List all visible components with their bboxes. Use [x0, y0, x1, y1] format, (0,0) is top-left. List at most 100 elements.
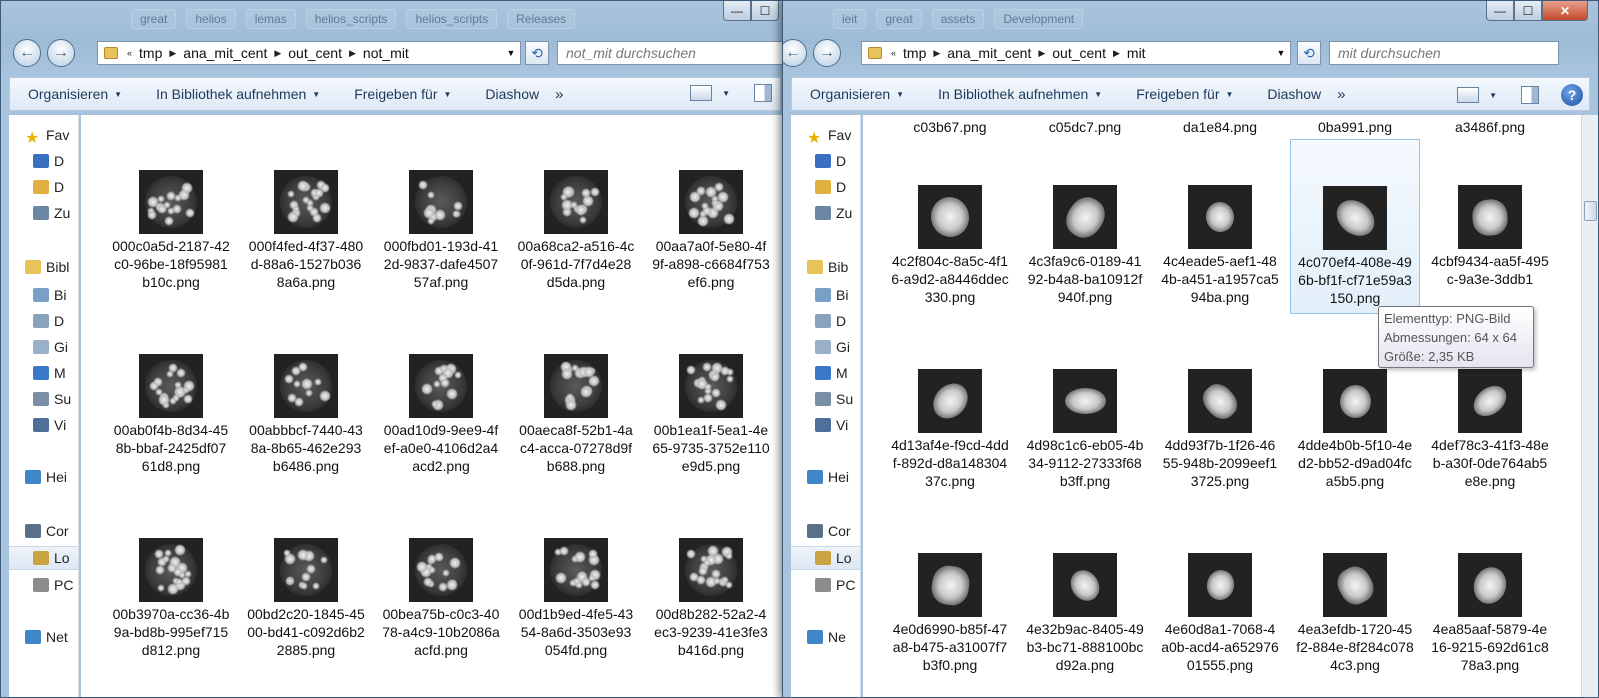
minimize-button[interactable]: —	[1486, 1, 1514, 21]
file-tile[interactable]: 00aeca8f-52b1-4ac4-acca-07278d9fb688.png	[511, 354, 641, 475]
breadcrumb-not-mit[interactable]: not_mit	[363, 45, 409, 61]
breadcrumb-tmp[interactable]: tmp	[903, 45, 926, 61]
file-tile[interactable]: 00d8b282-52a2-4ec3-9239-41e3fe3b416d.png	[646, 538, 776, 659]
nav-item-libraries[interactable]: Bib	[791, 255, 848, 279]
refresh-button[interactable]: ⟲	[1297, 41, 1321, 65]
nav-item-local-disk[interactable]: Lo	[9, 546, 78, 570]
file-tile-partial[interactable]: c05dc7.png	[1020, 115, 1150, 136]
scrollbar-thumb[interactable]	[1584, 201, 1597, 221]
breadcrumb-ana-mit-cent[interactable]: ana_mit_cent	[947, 45, 1031, 61]
file-tile[interactable]: 000fbd01-193d-412d-9837-dafe450757af.png	[376, 170, 506, 291]
file-tile[interactable]: 4c2f804c-8a5c-4f16-a9d2-a8446ddec330.png	[885, 139, 1015, 306]
file-tile[interactable]: 4e32b9ac-8405-49b3-bc71-888100bcd92a.png	[1020, 521, 1150, 674]
breadcrumb-separator[interactable]: ▶	[169, 48, 176, 59]
organize-menu[interactable]: Organisieren ▼	[810, 86, 904, 102]
background-tab[interactable]: ieit	[833, 9, 867, 29]
background-tab[interactable]: helios	[186, 9, 236, 29]
nav-item-subversion[interactable]: Su	[9, 387, 71, 411]
nav-item-local-disk[interactable]: Lo	[791, 546, 860, 570]
file-tile[interactable]: 000c0a5d-2187-42c0-96be-18f95981b10c.png	[106, 170, 236, 291]
nav-item-documents[interactable]: D	[791, 309, 846, 333]
file-tile-partial[interactable]: da1e84.png	[1155, 115, 1285, 136]
file-tile[interactable]: 4d13af4e-f9cd-4ddf-892d-d8a14830437c.png	[885, 337, 1015, 490]
nav-item-computer[interactable]: Cor	[791, 519, 851, 543]
nav-item-homegroup[interactable]: Hei	[9, 465, 67, 489]
file-tile[interactable]: 00bea75b-c0c3-4078-a4c9-10b2086aacfd.png	[376, 538, 506, 659]
file-tile[interactable]: 4ea3efdb-1720-45f2-884e-8f284c0784c3.png	[1290, 521, 1420, 674]
nav-item-network[interactable]: Ne	[791, 625, 846, 649]
address-bar[interactable]: « tmp ▶ ana_mit_cent ▶ out_cent ▶ not_mit ▼	[97, 41, 521, 65]
back-button[interactable]: ←	[13, 39, 41, 67]
nav-item-network[interactable]: Net	[9, 625, 68, 649]
nav-item-homegroup[interactable]: Hei	[791, 465, 849, 489]
breadcrumb-out-cent[interactable]: out_cent	[1052, 45, 1106, 61]
file-tile[interactable]: 00b1ea1f-5ea1-4e65-9735-3752e110e9d5.png	[646, 354, 776, 475]
background-tab[interactable]: lemas	[245, 9, 296, 29]
library-menu[interactable]: In Bibliothek aufnehmen ▼	[156, 86, 320, 102]
background-tab[interactable]: helios_scripts	[406, 9, 498, 29]
share-menu[interactable]: Freigeben für ▼	[354, 86, 451, 102]
address-dropdown[interactable]: ▼	[1272, 42, 1290, 64]
search-input[interactable]: mit durchsuchen	[1329, 41, 1559, 65]
nav-item-videos[interactable]: Vi	[791, 413, 848, 437]
nav-item-libraries[interactable]: Bibl	[9, 255, 69, 279]
preview-pane-button[interactable]	[1521, 86, 1539, 104]
file-tile[interactable]: 00abbbcf-7440-438a-8b65-462e293b6486.png	[241, 354, 371, 475]
file-tile[interactable]: 4dd93f7b-1f26-4655-948b-2099eef13725.png	[1155, 337, 1285, 490]
nav-item-desktop[interactable]: D	[9, 149, 64, 173]
breadcrumb-separator[interactable]: ▶	[1038, 48, 1045, 59]
minimize-button[interactable]: —	[723, 1, 751, 21]
maximize-button[interactable]: ☐	[1514, 1, 1542, 21]
breadcrumb-ana-mit-cent[interactable]: ana_mit_cent	[183, 45, 267, 61]
close-button[interactable]: ✕	[1542, 1, 1588, 21]
file-tile[interactable]: 4c070ef4-408e-496b-bf1f-cf71e59a3150.png	[1290, 139, 1420, 314]
file-tile[interactable]: 4e0d6990-b85f-47a8-b475-a31007f7b3f0.png	[885, 521, 1015, 674]
nav-item-downloads[interactable]: D	[9, 175, 64, 199]
background-tab[interactable]: great	[131, 9, 177, 29]
library-menu[interactable]: In Bibliothek aufnehmen ▼	[938, 86, 1102, 102]
more-commands-button[interactable]: »	[555, 86, 563, 103]
file-tile[interactable]: 4e60d8a1-7068-4a0b-acd4-a65297601555.png	[1155, 521, 1285, 674]
back-button[interactable]: ←	[783, 39, 807, 67]
file-tile-partial[interactable]: 0ba991.png	[1290, 115, 1420, 136]
file-tile[interactable]: 4ea85aaf-5879-4e16-9215-692d61c878a3.png	[1425, 521, 1555, 674]
breadcrumb-separator[interactable]: ▶	[1113, 48, 1120, 59]
nav-item-recent-places[interactable]: Zu	[791, 201, 852, 225]
title-bar[interactable]: ieit great assets Development — ☐ ✕	[783, 1, 1598, 35]
background-tab[interactable]: Development	[994, 9, 1084, 29]
history-chevron[interactable]: «	[891, 48, 896, 58]
nav-item-music[interactable]: M	[791, 361, 848, 385]
file-tile[interactable]: 4c4eade5-aef1-484b-a451-a1957ca594ba.png	[1155, 139, 1285, 306]
help-button[interactable]: ?	[1561, 84, 1583, 106]
file-tile[interactable]: 00d1b9ed-4fe5-4354-8a6d-3503e93054fd.png	[511, 538, 641, 659]
background-tab[interactable]: great	[876, 9, 922, 29]
change-view-button[interactable]	[690, 85, 713, 101]
slideshow-button[interactable]: Diashow	[485, 86, 539, 102]
preview-pane-button[interactable]	[754, 84, 772, 102]
nav-item-recent-places[interactable]: Zu	[9, 201, 70, 225]
file-tile[interactable]: 00a68ca2-a516-4c0f-961d-7f7d4e28d5da.png	[511, 170, 641, 291]
file-tile-partial[interactable]: a3486f.png	[1425, 115, 1555, 136]
nav-item-pictures[interactable]: Bi	[9, 283, 66, 307]
file-tile[interactable]: 000f4fed-4f37-480d-88a6-1527b0368a6a.png	[241, 170, 371, 291]
file-tile[interactable]: 00ad10d9-9ee9-4fef-a0e0-4106d2a4acd2.png	[376, 354, 506, 475]
view-dropdown[interactable]: ▼	[1489, 91, 1497, 100]
refresh-button[interactable]: ⟲	[525, 41, 549, 65]
background-tab[interactable]: helios_scripts	[305, 9, 397, 29]
nav-item-subversion[interactable]: Su	[791, 387, 853, 411]
nav-item-videos[interactable]: Vi	[9, 413, 66, 437]
change-view-button[interactable]	[1457, 87, 1480, 103]
search-input[interactable]: not_mit durchsuchen	[557, 41, 789, 65]
breadcrumb-separator[interactable]: ▶	[349, 48, 356, 59]
breadcrumb-out-cent[interactable]: out_cent	[288, 45, 342, 61]
file-tile[interactable]: 00aa7a0f-5e80-4f9f-a898-c6684f753ef6.png	[646, 170, 776, 291]
file-tile[interactable]: 4c3fa9c6-0189-4192-b4a8-ba10912f940f.png	[1020, 139, 1150, 306]
address-dropdown[interactable]: ▼	[502, 42, 520, 64]
forward-button[interactable]: →	[813, 39, 841, 67]
share-menu[interactable]: Freigeben für ▼	[1136, 86, 1233, 102]
nav-item-downloads[interactable]: D	[791, 175, 846, 199]
nav-item-pc-drive[interactable]: PC	[9, 573, 73, 597]
file-tile[interactable]: 00bd2c20-1845-4500-bd41-c092d6b22885.png	[241, 538, 371, 659]
breadcrumb-separator[interactable]: ▶	[933, 48, 940, 59]
file-tile[interactable]: 4cbf9434-aa5f-495c-9a3e-3ddb1	[1425, 139, 1555, 288]
